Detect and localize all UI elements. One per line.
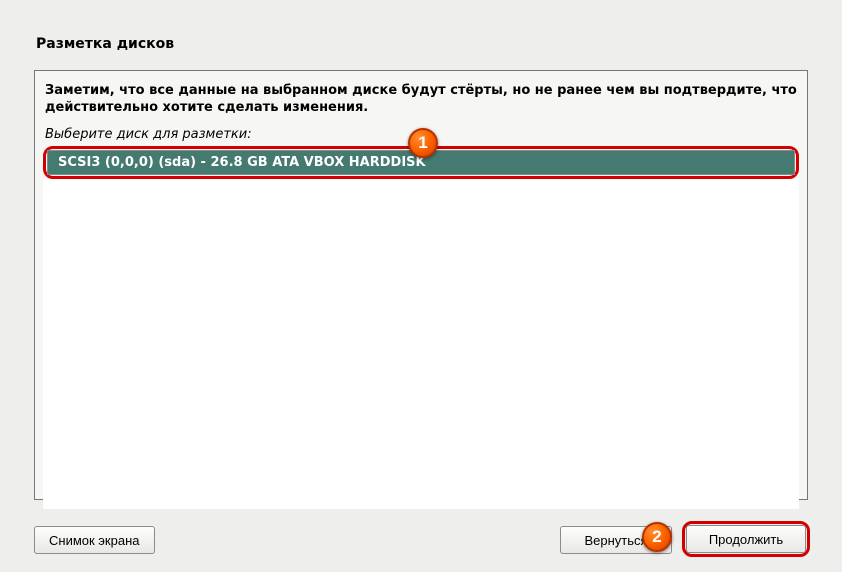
- warning-text: Заметим, что все данные на выбранном дис…: [43, 79, 799, 121]
- annotation-badge-1: 1: [408, 128, 438, 158]
- button-bar: Снимок экрана Вернуться Продолжить: [34, 522, 808, 554]
- partition-disks-window: Разметка дисков Заметим, что все данные …: [0, 0, 842, 572]
- page-title: Разметка дисков: [36, 36, 174, 52]
- continue-button-highlight: Продолжить: [682, 521, 810, 557]
- screenshot-button[interactable]: Снимок экрана: [34, 526, 155, 554]
- continue-button[interactable]: Продолжить: [686, 525, 806, 553]
- disk-list-body: [43, 179, 799, 509]
- annotation-badge-2: 2: [642, 522, 672, 552]
